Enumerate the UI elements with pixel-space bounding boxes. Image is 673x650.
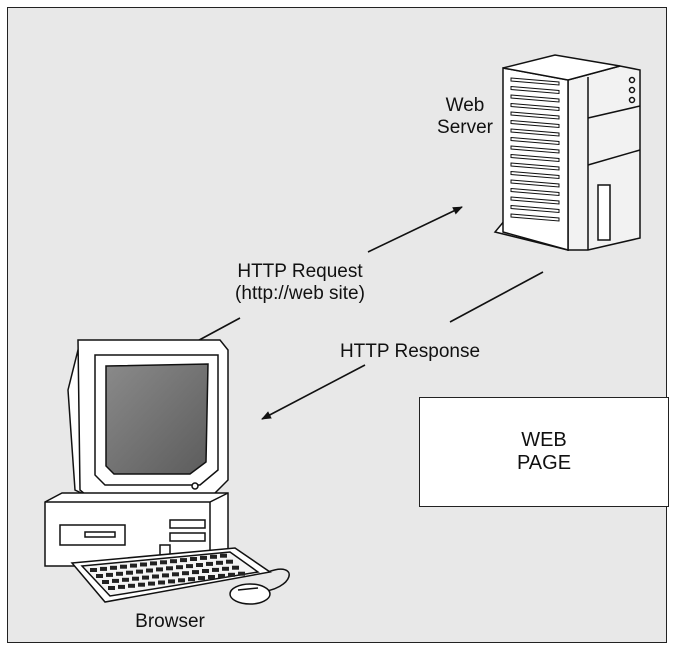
keyboard-key [122, 577, 129, 582]
keyboard-key [158, 580, 165, 585]
keyboard-key [176, 565, 183, 570]
web-page-box: WEB PAGE [419, 397, 669, 507]
keyboard-key [110, 565, 117, 570]
keyboard-key [136, 569, 143, 574]
keyboard-key [180, 558, 187, 563]
keyboard-key [152, 574, 159, 579]
keyboard-key [186, 564, 193, 569]
keyboard-key [132, 576, 139, 581]
diagram-canvas [44, 54, 641, 605]
keyboard-key [130, 563, 137, 568]
keyboard-key [148, 581, 155, 586]
keyboard-key [96, 574, 103, 578]
keyboard-key [198, 576, 205, 581]
keyboard-key [232, 565, 239, 570]
keyboard-key [146, 568, 153, 573]
browser-label-text: Browser [135, 611, 205, 632]
keyboard-key [216, 560, 223, 565]
keyboard-key [120, 564, 127, 569]
http-response-arrow [261, 364, 366, 420]
keyboard-key [206, 561, 213, 566]
keyboard-key [150, 561, 157, 566]
http-response-label: HTTP Response [300, 341, 520, 363]
web-page-box-line2: PAGE [516, 452, 572, 474]
keyboard-key [196, 563, 203, 567]
keyboard-key [156, 567, 163, 572]
computer-icon [44, 339, 290, 605]
keyboard-key [160, 560, 167, 565]
keyboard-key [172, 572, 179, 577]
keyboard-key [102, 580, 109, 584]
keyboard-key [210, 554, 217, 559]
http-response-arrow-tail [449, 271, 544, 323]
keyboard-key [212, 567, 219, 572]
keyboard-key [118, 584, 125, 589]
keyboard-key [218, 573, 225, 578]
http-request-label-line2: (http://web site) [235, 283, 365, 304]
keyboard-key [100, 566, 107, 571]
http-request-arrow [367, 206, 463, 253]
keyboard-key [126, 570, 133, 575]
http-request-label-line1: HTTP Request [237, 261, 363, 282]
http-response-text: HTTP Response [339, 341, 481, 362]
web-server-label: Web Server [405, 95, 525, 139]
keyboard-key [90, 568, 97, 572]
keyboard-key [106, 572, 113, 577]
keyboard-key [220, 553, 227, 558]
keyboard-key [228, 572, 235, 577]
keyboard-key [168, 579, 175, 584]
web-page-box-line1: WEB [521, 429, 567, 451]
keyboard-key [222, 566, 229, 571]
keyboard-key [200, 555, 207, 560]
keyboard-key [190, 557, 197, 561]
keyboard-key [138, 582, 145, 587]
keyboard-key [128, 583, 135, 588]
monitor-screen [105, 363, 209, 475]
http-request-label: HTTP Request (http://web site) [180, 261, 420, 305]
keyboard-key [226, 559, 233, 564]
web-server-label-line1: Web [445, 95, 485, 116]
keyboard-key [108, 586, 115, 590]
server-icon [493, 54, 641, 251]
keyboard-key [188, 577, 195, 582]
browser-label: Browser [110, 611, 230, 633]
keyboard-key [116, 571, 123, 576]
keyboard-key [140, 562, 147, 567]
keyboard-key [178, 578, 185, 583]
keyboard-key [182, 571, 189, 576]
keyboard-key [238, 571, 245, 576]
keyboard-key [166, 566, 173, 571]
web-server-label-line2: Server [437, 117, 493, 138]
keyboard-key [112, 578, 119, 583]
keyboard-key [170, 559, 177, 564]
keyboard-key [162, 573, 169, 578]
keyboard-key [208, 575, 215, 579]
keyboard-key [192, 570, 199, 575]
keyboard-key [202, 569, 209, 573]
keyboard-key [142, 575, 149, 580]
